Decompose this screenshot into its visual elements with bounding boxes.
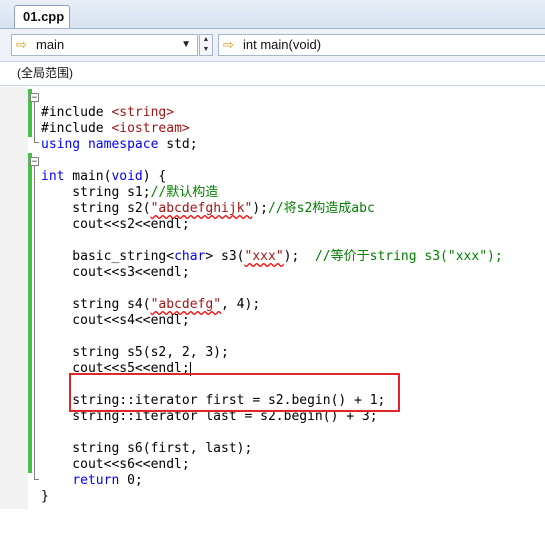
code-line: string s6(first, last);: [41, 441, 503, 457]
code-line: cout<<s4<<endl;: [41, 313, 503, 329]
change-marker: [28, 153, 32, 473]
function-dropdown-value: int main(void): [243, 37, 322, 52]
scope-bar: (全局范围): [0, 62, 545, 86]
code-token: <iostream>: [111, 121, 190, 136]
code-line: int main(void) {: [41, 169, 503, 185]
code-token: }: [41, 489, 49, 504]
code-token: cout<<s2<<endl;: [41, 217, 190, 232]
code-token: main(: [64, 169, 112, 184]
code-token: 0;: [119, 473, 143, 488]
fold-line: [34, 102, 35, 142]
code-line: #include <string>: [41, 105, 503, 121]
code-line: basic_string<char> s3("xxx"); //等价于strin…: [41, 249, 503, 265]
code-token: basic_string<: [41, 249, 175, 264]
arrow-right-icon: ⇨: [16, 37, 27, 52]
code-line: cout<<s2<<endl;: [41, 217, 503, 233]
code-token: #include: [41, 121, 112, 136]
scope-dropdown-value: main: [36, 37, 65, 52]
scope-dropdown[interactable]: ⇨ main ▼: [11, 34, 198, 56]
tab-file[interactable]: 01.cpp: [14, 5, 70, 28]
code-token: namespace: [87, 137, 159, 152]
code-line: cout<<s6<<endl;: [41, 457, 503, 473]
code-line: string s4("abcdefg", 4);: [41, 297, 503, 313]
code-token: cout<<s3<<endl;: [41, 265, 190, 280]
code-line: string s5(s2, 2, 3);: [41, 345, 503, 361]
tab-bar: 01.cpp: [0, 0, 545, 29]
code-token: void: [111, 169, 143, 184]
code-token: std;: [158, 137, 198, 152]
code-token: cout<<s6<<endl;: [41, 457, 190, 472]
code-line: cout<<s3<<endl;: [41, 265, 503, 281]
code-token: );: [252, 201, 268, 216]
code-line: #include <iostream>: [41, 121, 503, 137]
code-token: <string>: [111, 105, 175, 120]
code-token: > s3(: [205, 249, 245, 264]
code-token: string s5(s2, 2, 3);: [41, 345, 229, 360]
code-token: string s4(: [41, 297, 151, 312]
fold-end: [34, 479, 39, 480]
tab-file-label: 01.cpp: [23, 9, 65, 24]
fold-collapse-icon[interactable]: −: [30, 157, 39, 167]
code-token: int: [41, 169, 65, 184]
code-text[interactable]: #include <string> #include <iostream> usin…: [41, 89, 503, 537]
code-token: "abcdefg": [150, 297, 222, 312]
function-dropdown[interactable]: ⇨ int main(void): [218, 34, 545, 56]
code-token: using: [41, 137, 81, 152]
code-token: string s6(first, last);: [41, 441, 253, 456]
fold-line: [34, 166, 35, 479]
scope-spin-buttons[interactable]: ▲ ▼: [199, 34, 213, 56]
editor-gutter: [0, 87, 28, 509]
code-token: ) {: [142, 169, 167, 184]
code-token: return: [72, 473, 120, 488]
code-token: //默认构造: [150, 185, 219, 200]
code-token: #include: [41, 105, 112, 120]
highlight-box: [69, 373, 400, 412]
code-token: "abcdefghijk": [150, 201, 253, 216]
code-line: string s2("abcdefghijk");//将s2构造成abc: [41, 201, 503, 217]
code-token: );: [283, 249, 315, 264]
navigation-bar: ⇨ main ▼ ▲ ▼ ⇨ int main(void): [0, 29, 545, 62]
arrow-right-icon: ⇨: [223, 37, 234, 52]
chevron-down-icon[interactable]: ▼: [181, 35, 191, 55]
code-line: using namespace std;: [41, 137, 503, 153]
scope-label: (全局范围): [17, 66, 73, 80]
code-editor[interactable]: − − #include <string> #include <iostream>…: [0, 87, 545, 509]
code-line: string s1;//默认构造: [41, 185, 503, 201]
code-token: , 4);: [221, 297, 261, 312]
code-token: "xxx": [244, 249, 284, 264]
code-token: string s1;: [41, 185, 151, 200]
fold-collapse-icon[interactable]: −: [30, 93, 39, 103]
code-token: //将s2构造成abc: [267, 201, 375, 216]
code-line: }: [41, 489, 503, 505]
code-token: //等价于string s3("xxx");: [314, 249, 503, 264]
code-token: string s2(: [41, 201, 151, 216]
code-token: cout<<s4<<endl;: [41, 313, 190, 328]
code-line: return 0;: [41, 473, 503, 489]
code-token: char: [174, 249, 206, 264]
fold-end: [34, 142, 39, 143]
